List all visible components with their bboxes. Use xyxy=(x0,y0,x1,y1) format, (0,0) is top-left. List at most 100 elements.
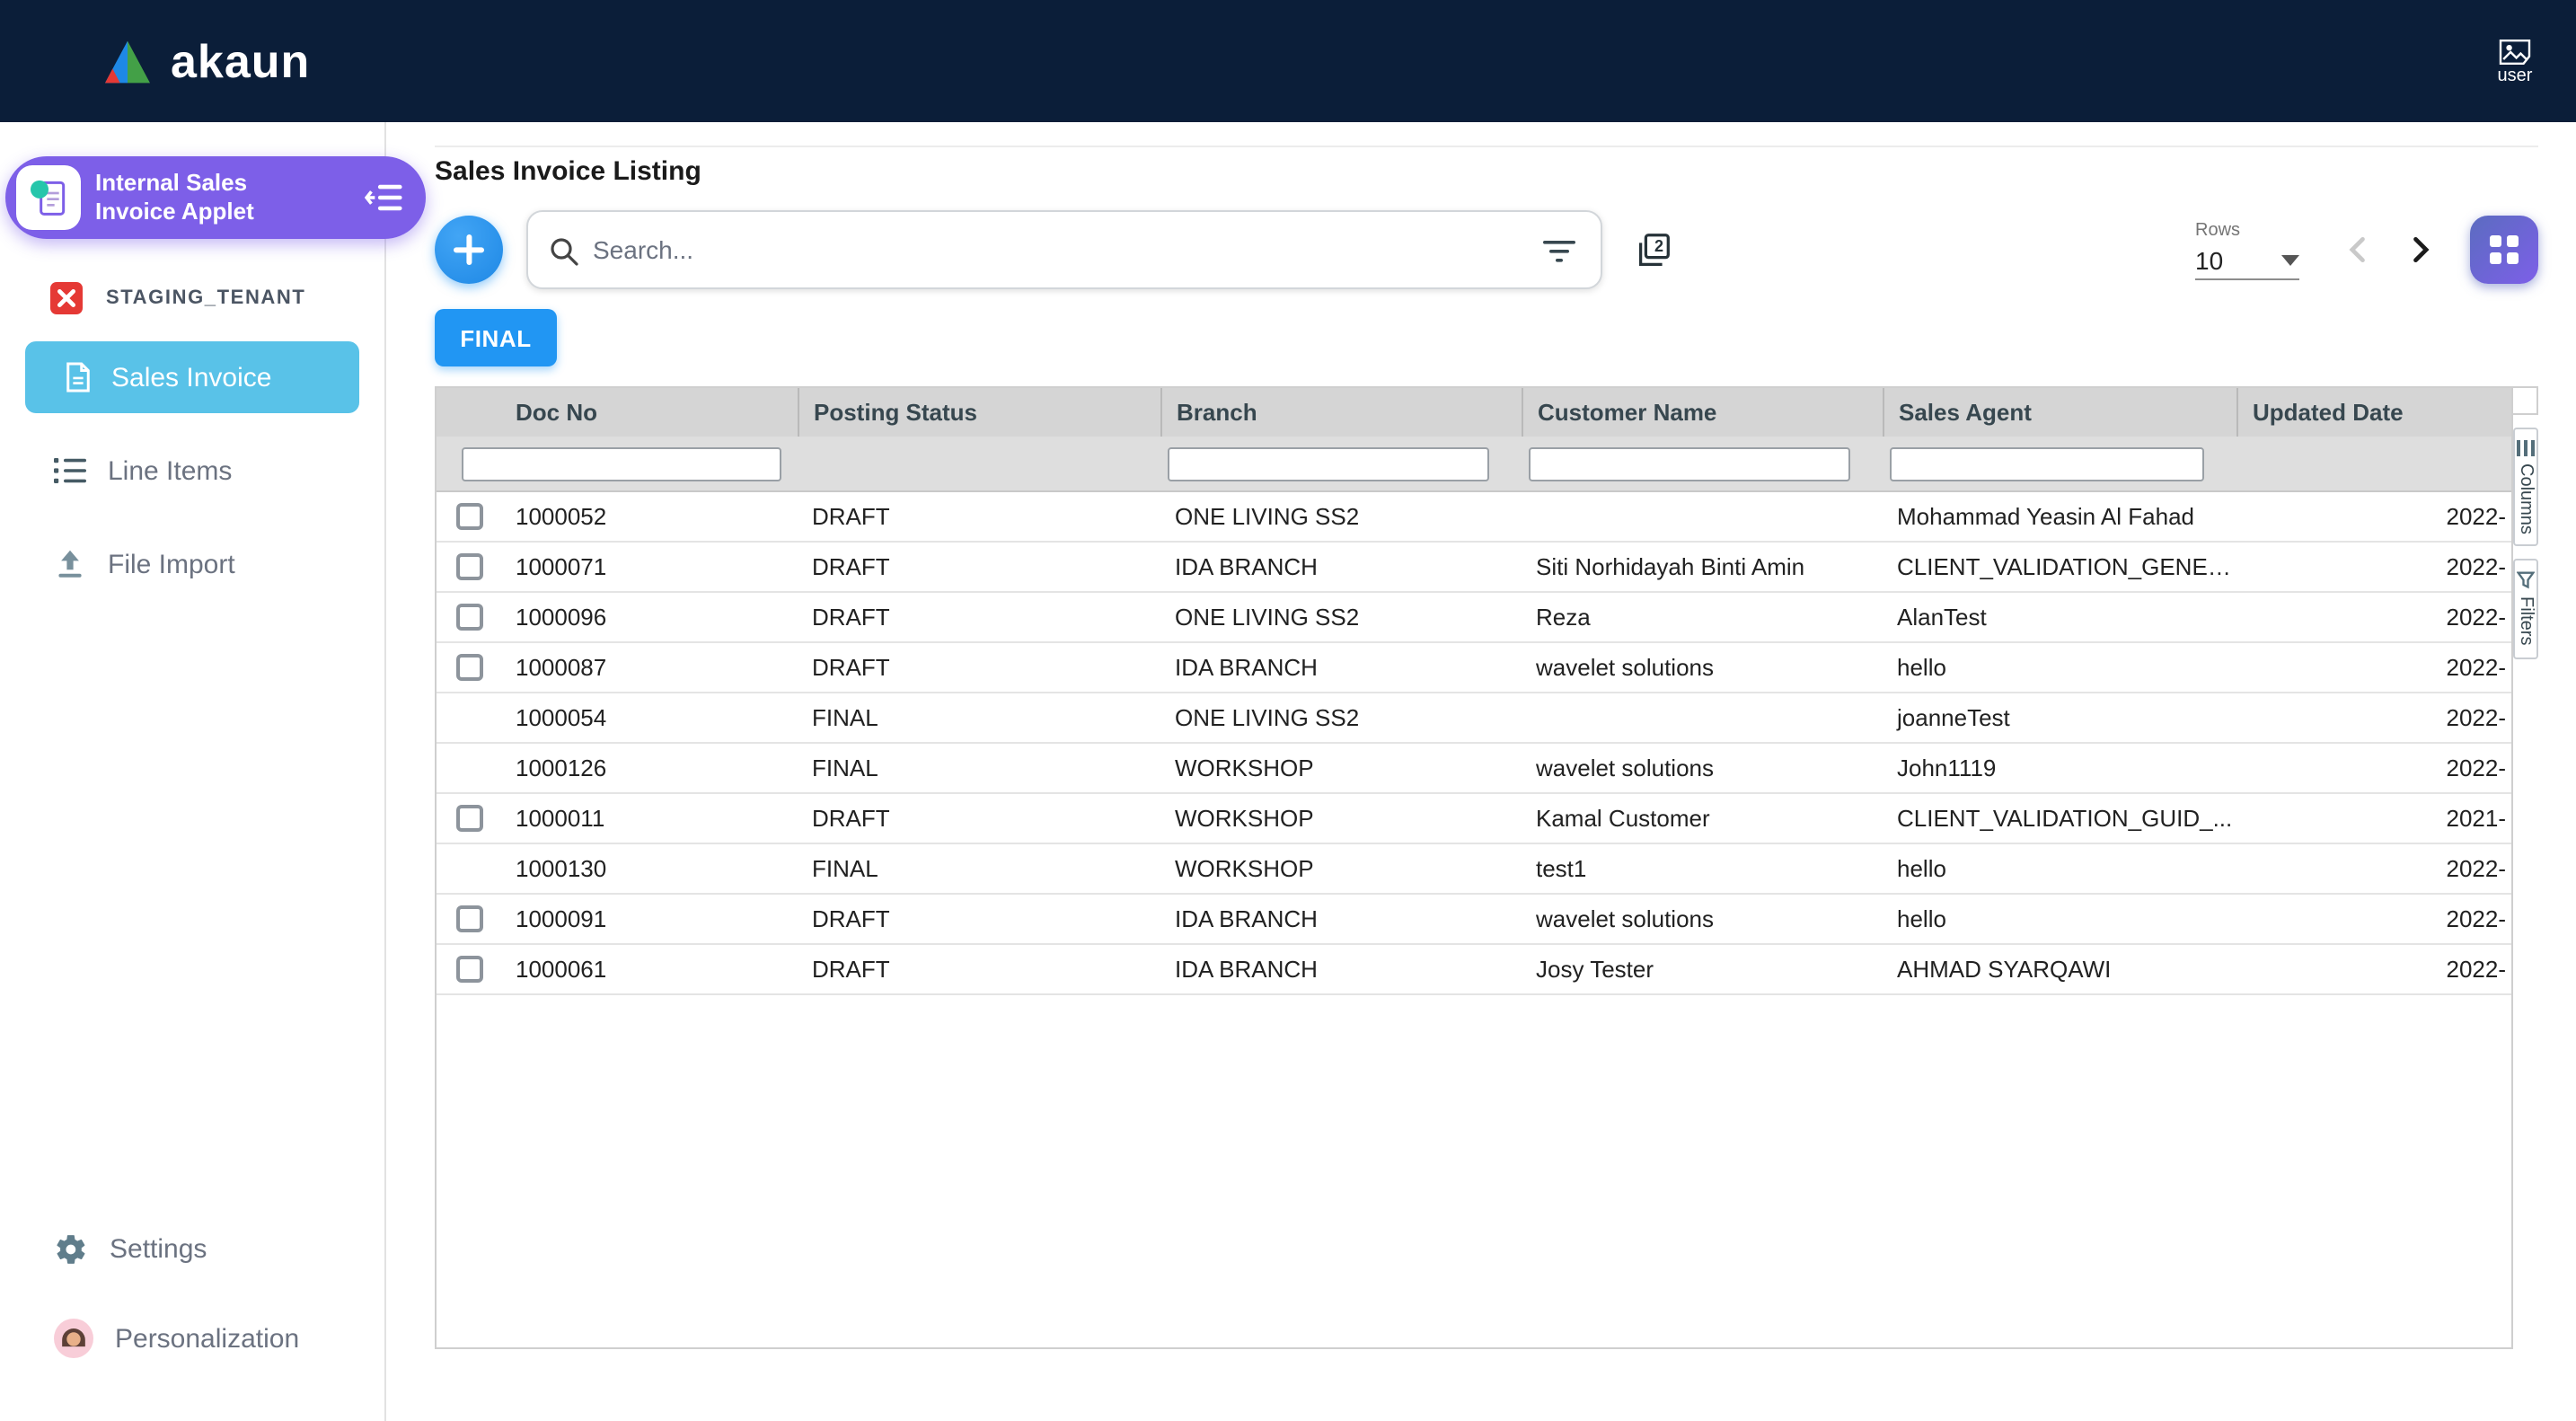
table-row[interactable]: 1000052DRAFTONE LIVING SS2Mohammad Yeasi… xyxy=(437,492,2511,543)
search-input[interactable] xyxy=(528,212,1601,287)
sidebar-item-settings[interactable]: Settings xyxy=(54,1227,384,1270)
row-checkbox[interactable] xyxy=(455,553,482,580)
cell-branch: ONE LIVING SS2 xyxy=(1160,503,1522,530)
cell-posting-status: FINAL xyxy=(798,755,1160,781)
cell-updated-date: 2022- xyxy=(2236,755,2511,781)
next-page-button[interactable] xyxy=(2400,230,2439,269)
header-checkbox-spacer xyxy=(437,388,501,437)
column-header-customer-name[interactable]: Customer Name xyxy=(1522,388,1883,437)
applet-switcher[interactable]: Internal Sales Invoice Applet xyxy=(5,156,426,239)
filter-branch-input[interactable] xyxy=(1168,446,1489,481)
sidebar-item-label: Line Items xyxy=(108,455,232,486)
row-checkbox[interactable] xyxy=(455,604,482,631)
cell-posting-status: DRAFT xyxy=(798,805,1160,832)
tenant-logo-icon xyxy=(49,280,84,316)
table-area: Doc No Posting Status Branch Customer Na… xyxy=(435,386,2538,1349)
columns-icon xyxy=(2517,440,2535,456)
search-icon xyxy=(550,237,578,266)
tenant-row[interactable]: STAGING_TENANT xyxy=(0,277,384,320)
list-icon xyxy=(54,458,86,483)
pagination-cluster: Rows 10 xyxy=(2195,216,2538,284)
cell-sales-agent: hello xyxy=(1883,654,2236,681)
columns-panel-tab[interactable]: Columns xyxy=(2513,428,2538,547)
cell-customer-name: wavelet solutions xyxy=(1522,654,1883,681)
rows-per-page-value: 10 xyxy=(2195,245,2223,274)
cell-sales-agent: Mohammad Yeasin Al Fahad xyxy=(1883,503,2236,530)
filters-panel-tab[interactable]: Filters xyxy=(2513,560,2538,658)
cell-doc-no: 1000054 xyxy=(501,704,798,731)
table-row[interactable]: 1000091DRAFTIDA BRANCHwavelet solutionsh… xyxy=(437,895,2511,945)
row-checkbox[interactable] xyxy=(455,905,482,932)
column-header-posting-status[interactable]: Posting Status xyxy=(798,388,1160,437)
grid-view-button[interactable] xyxy=(2470,216,2538,284)
chevron-right-icon xyxy=(2404,234,2436,266)
cell-sales-agent: AlanTest xyxy=(1883,604,2236,631)
table-row[interactable]: 1000126FINALWORKSHOPwavelet solutionsJoh… xyxy=(437,744,2511,794)
cell-doc-no: 1000061 xyxy=(501,956,798,983)
avatar xyxy=(54,1319,93,1358)
multi-page-icon[interactable]: 2 xyxy=(1633,229,1674,270)
columns-tab-label: Columns xyxy=(2516,463,2536,534)
cell-doc-no: 1000011 xyxy=(501,805,798,832)
cell-customer-name: Siti Norhidayah Binti Amin xyxy=(1522,553,1883,580)
filter-sales-agent-input[interactable] xyxy=(1890,446,2204,481)
row-checkbox[interactable] xyxy=(455,654,482,681)
brand-triangle-icon xyxy=(101,37,154,85)
row-checkbox[interactable] xyxy=(455,956,482,983)
cell-doc-no: 1000087 xyxy=(501,654,798,681)
cell-updated-date: 2022- xyxy=(2236,704,2511,731)
cell-updated-date: 2022- xyxy=(2236,956,2511,983)
content-top-divider xyxy=(435,146,2538,147)
sidebar: Internal Sales Invoice Applet STAGING_TE… xyxy=(0,122,386,1421)
user-avatar-broken[interactable]: user xyxy=(2497,37,2533,85)
filter-list-icon[interactable] xyxy=(1543,241,1575,262)
collapse-menu-icon[interactable] xyxy=(365,183,404,212)
column-header-doc-no[interactable]: Doc No xyxy=(501,388,798,437)
cell-branch: WORKSHOP xyxy=(1160,755,1522,781)
table-row[interactable]: 1000011DRAFTWORKSHOPKamal CustomerCLIENT… xyxy=(437,794,2511,844)
sidebar-item-file-import[interactable]: File Import xyxy=(0,517,384,611)
table-row[interactable]: 1000096DRAFTONE LIVING SS2RezaAlanTest20… xyxy=(437,593,2511,643)
row-checkbox[interactable] xyxy=(455,805,482,832)
column-header-sales-agent[interactable]: Sales Agent xyxy=(1883,388,2236,437)
filters-tab-label: Filters xyxy=(2516,597,2536,646)
cell-sales-agent: joanneTest xyxy=(1883,704,2236,731)
page-count-badge: 2 xyxy=(1649,236,1669,254)
cell-sales-agent: John1119 xyxy=(1883,755,2236,781)
cell-doc-no: 1000071 xyxy=(501,553,798,580)
cell-branch: ONE LIVING SS2 xyxy=(1160,604,1522,631)
search-box xyxy=(526,210,1602,289)
table-row[interactable]: 1000054FINALONE LIVING SS2joanneTest2022… xyxy=(437,693,2511,744)
table-row[interactable]: 1000061DRAFTIDA BRANCHJosy TesterAHMAD S… xyxy=(437,945,2511,995)
side-panel-corner xyxy=(2513,386,2538,415)
table-row[interactable]: 1000130FINALWORKSHOPtest1hello2022- xyxy=(437,844,2511,895)
sidebar-item-label: Settings xyxy=(110,1233,207,1264)
cell-posting-status: DRAFT xyxy=(798,503,1160,530)
sidebar-item-personalization[interactable]: Personalization xyxy=(54,1317,384,1360)
sidebar-item-label: Sales Invoice xyxy=(111,362,271,393)
cell-doc-no: 1000091 xyxy=(501,905,798,932)
cell-posting-status: DRAFT xyxy=(798,956,1160,983)
brand-logo: akaun xyxy=(101,33,310,89)
column-header-branch[interactable]: Branch xyxy=(1160,388,1522,437)
user-alt-text: user xyxy=(2498,66,2533,85)
main-content: Sales Invoice Listing 2 xyxy=(386,122,2576,1421)
table-header-row: Doc No Posting Status Branch Customer Na… xyxy=(437,388,2511,437)
prev-page-button[interactable] xyxy=(2339,230,2378,269)
column-header-updated-date[interactable]: Updated Date xyxy=(2236,388,2511,437)
cell-sales-agent: CLIENT_VALIDATION_GENER... xyxy=(1883,553,2236,580)
filter-doc-no-input[interactable] xyxy=(462,446,781,481)
cell-customer-name: Josy Tester xyxy=(1522,956,1883,983)
sidebar-item-line-items[interactable]: Line Items xyxy=(0,424,384,517)
table-row[interactable]: 1000087DRAFTIDA BRANCHwavelet solutionsh… xyxy=(437,643,2511,693)
invoice-doc-icon xyxy=(65,361,92,393)
status-filter-chip[interactable]: FINAL xyxy=(435,309,557,366)
cell-branch: WORKSHOP xyxy=(1160,855,1522,882)
table-row[interactable]: 1000071DRAFTIDA BRANCHSiti Norhidayah Bi… xyxy=(437,543,2511,593)
filter-customer-name-input[interactable] xyxy=(1529,446,1850,481)
rows-per-page-select[interactable]: Rows 10 xyxy=(2195,220,2299,279)
sidebar-item-sales-invoice[interactable]: Sales Invoice xyxy=(25,341,359,413)
add-invoice-button[interactable] xyxy=(435,216,503,284)
cell-posting-status: FINAL xyxy=(798,704,1160,731)
row-checkbox[interactable] xyxy=(455,503,482,530)
